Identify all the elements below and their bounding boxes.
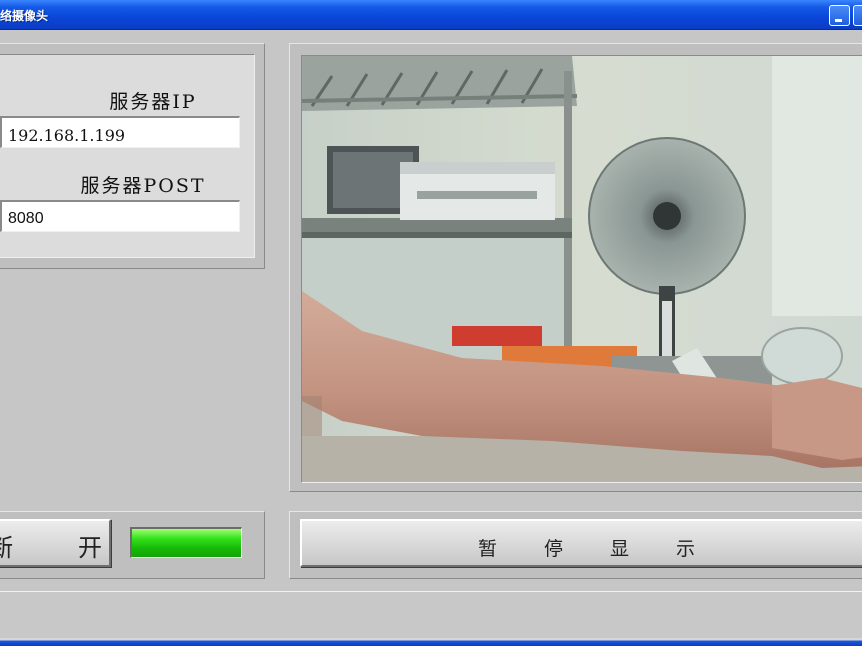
server-port-label: 服务器POST (80, 175, 206, 197)
pause-display-button[interactable]: 暂 停 显 示 (300, 519, 862, 567)
server-ip-label: 服务器IP (109, 91, 197, 113)
app-window: 络摄像头 服务器IP 服务器POST (0, 0, 862, 646)
video-panel (289, 43, 862, 492)
maximize-button[interactable] (853, 5, 862, 26)
status-bar (0, 591, 862, 638)
video-feed (301, 55, 862, 483)
server-settings-panel: 服务器IP 服务器POST (0, 43, 265, 269)
pause-label-char: 暂 (478, 538, 498, 560)
disconnect-label-char: 开 (78, 534, 102, 562)
pause-label-char: 停 (544, 538, 564, 560)
camera-frame (302, 56, 862, 482)
disconnect-button[interactable]: 断 开 (0, 519, 111, 567)
window-title: 络摄像头 (0, 9, 49, 23)
window-bottom-border (0, 638, 862, 646)
server-settings-group: 服务器IP 服务器POST (0, 54, 255, 258)
server-port-input[interactable] (0, 200, 240, 232)
display-controls-panel: 暂 停 显 示 (289, 511, 862, 579)
pause-label-char: 显 (610, 538, 630, 560)
disconnect-label-char: 断 (0, 534, 13, 562)
pause-label-char: 示 (676, 538, 696, 560)
title-bar[interactable]: 络摄像头 (0, 0, 862, 30)
status-indicator (130, 527, 242, 558)
server-ip-input[interactable] (0, 116, 240, 148)
minimize-button[interactable] (829, 5, 850, 26)
connection-controls-panel: 断 开 (0, 511, 265, 579)
